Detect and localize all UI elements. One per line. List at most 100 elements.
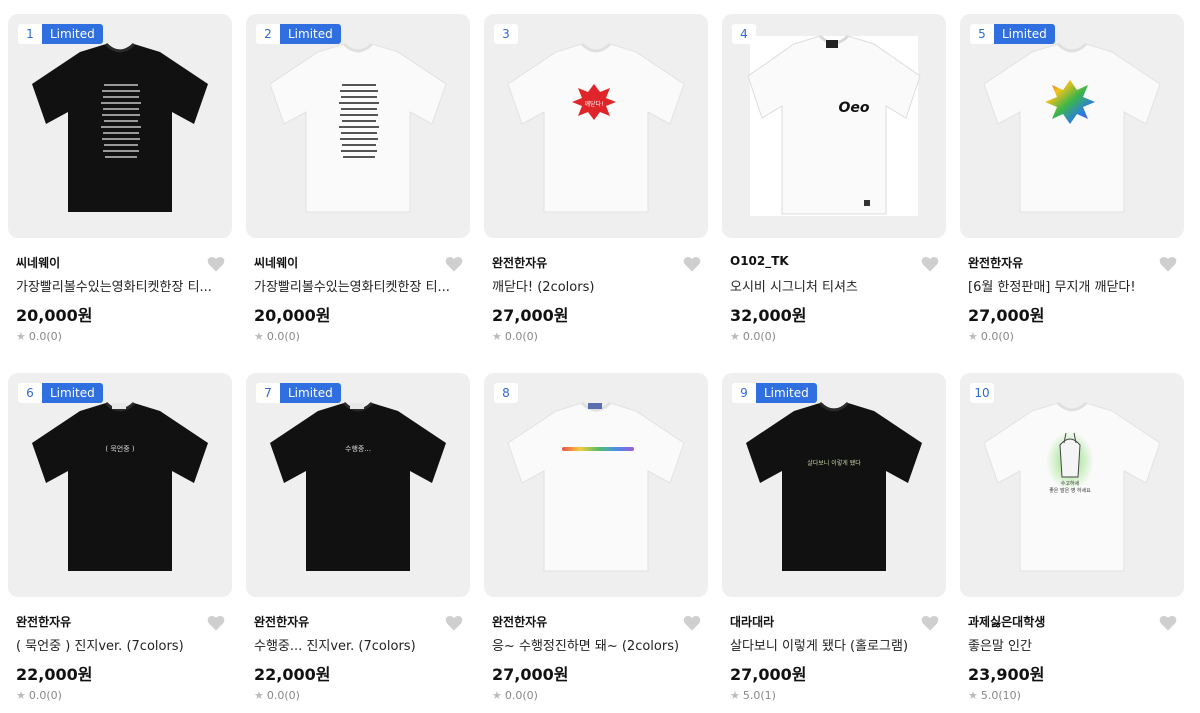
seller-name[interactable]: 완전한자유 <box>492 254 547 271</box>
white-tshirt-image: 깨닫다! <box>507 42 685 213</box>
star-icon: ★ <box>254 330 264 343</box>
seller-name[interactable]: 완전한자유 <box>16 613 71 630</box>
product-rating: ★ 0.0(0) <box>968 330 1014 343</box>
heart-icon[interactable] <box>206 254 226 274</box>
star-icon: ★ <box>16 689 26 702</box>
rank-tag: 9 Limited <box>732 383 817 403</box>
white-tshirt-image: Oeo <box>747 34 921 215</box>
rating-value: 0.0(0) <box>504 689 538 702</box>
product-title[interactable]: 깨닫다! (2colors) <box>492 276 692 295</box>
product-rating: ★ 5.0(1) <box>730 689 776 702</box>
product-price: 27,000원 <box>730 665 807 684</box>
product-rating: ★ 0.0(0) <box>254 689 300 702</box>
product-card[interactable]: 7 Limited 수행중... 완전한자유 수행중... 진지ver. (7c… <box>246 373 470 713</box>
print-text: 수행중... <box>345 444 371 453</box>
product-rating: ★ 0.0(0) <box>730 330 776 343</box>
rank-tag: 7 Limited <box>256 383 341 403</box>
product-card[interactable]: 10 수고하세 좋은 말은 영 하세요 과제싫은대학생 좋은말 인간 23,90… <box>960 373 1184 713</box>
product-title[interactable]: 가장빨리볼수있는영화티켓한장 티... <box>16 276 216 295</box>
rating-value: 5.0(1) <box>742 689 776 702</box>
star-icon: ★ <box>730 330 740 343</box>
product-rating: ★ 0.0(0) <box>16 689 62 702</box>
product-card[interactable]: 3 깨닫다! 완전한자유 깨닫다! (2colors) 27,000원 ★ 0.0… <box>484 14 708 354</box>
white-tshirt-image <box>507 401 685 572</box>
seller-name[interactable]: 씨네웨이 <box>16 254 60 271</box>
heart-icon[interactable] <box>1158 254 1178 274</box>
product-title[interactable]: [6월 한정판매] 무지개 깨닫다! <box>968 276 1168 295</box>
black-tshirt-image: ( 묵언중 ) <box>32 401 208 571</box>
product-grid: 1 Limited 씨네웨이 가장빨리볼수있는영화티켓한장 티... 20,00… <box>0 0 1200 711</box>
seller-name[interactable]: 완전한자유 <box>968 254 1023 271</box>
heart-icon[interactable] <box>444 613 464 633</box>
product-rating: ★ 0.0(0) <box>254 330 300 343</box>
rating-value: 5.0(10) <box>980 689 1021 702</box>
black-tshirt-image: 살다보니 이렇게 됐다 <box>746 401 922 571</box>
print-text: 살다보니 이렇게 됐다 <box>807 459 861 467</box>
white-tshirt-image <box>269 42 447 213</box>
product-thumbnail[interactable]: 10 수고하세 좋은 말은 영 하세요 <box>960 373 1184 597</box>
product-thumbnail[interactable]: 4 Oeo <box>722 14 946 238</box>
star-icon: ★ <box>492 330 502 343</box>
seller-name[interactable]: 완전한자유 <box>254 613 309 630</box>
product-card[interactable]: 1 Limited 씨네웨이 가장빨리볼수있는영화티켓한장 티... 20,00… <box>8 14 232 354</box>
rating-value: 0.0(0) <box>266 689 300 702</box>
product-thumbnail[interactable]: 6 Limited ( 묵언중 ) <box>8 373 232 597</box>
product-title[interactable]: 좋은말 인간 <box>968 635 1168 654</box>
product-price: 22,000원 <box>16 665 93 684</box>
heart-icon[interactable] <box>206 613 226 633</box>
heart-icon[interactable] <box>682 613 702 633</box>
heart-icon[interactable] <box>444 254 464 274</box>
rating-value: 0.0(0) <box>742 330 776 343</box>
heart-icon[interactable] <box>1158 613 1178 633</box>
white-tshirt-image: 수고하세 좋은 말은 영 하세요 <box>983 401 1161 572</box>
rating-value: 0.0(0) <box>28 689 62 702</box>
seller-name[interactable]: 과제싫은대학생 <box>968 613 1045 630</box>
print-text: 수고하세 <box>1061 480 1080 487</box>
star-icon: ★ <box>16 330 26 343</box>
product-title[interactable]: 응~ 수행정진하면 돼~ (2colors) <box>492 635 692 654</box>
product-thumbnail[interactable]: 2 Limited <box>246 14 470 238</box>
product-thumbnail[interactable]: 7 Limited 수행중... <box>246 373 470 597</box>
star-icon: ★ <box>254 689 264 702</box>
product-card[interactable]: 9 Limited 살다보니 이렇게 됐다 대라대라 살다보니 이렇게 됐다 (… <box>722 373 946 713</box>
product-rating: ★ 0.0(0) <box>16 330 62 343</box>
rating-value: 0.0(0) <box>980 330 1014 343</box>
product-title[interactable]: 수행중... 진지ver. (7colors) <box>254 635 454 654</box>
rank-tag: 8 <box>494 383 518 403</box>
product-card[interactable]: 6 Limited ( 묵언중 ) 완전한자유 ( 묵언중 ) 진지ver. (… <box>8 373 232 713</box>
product-price: 22,000원 <box>254 665 331 684</box>
rating-value: 0.0(0) <box>266 330 300 343</box>
product-thumbnail[interactable]: 5 Limited <box>960 14 1184 238</box>
product-title[interactable]: 살다보니 이렇게 됐다 (홀로그램) <box>730 635 930 654</box>
seller-name[interactable]: 대라대라 <box>730 613 774 630</box>
product-thumbnail[interactable]: 1 Limited <box>8 14 232 238</box>
product-title[interactable]: ( 묵언중 ) 진지ver. (7colors) <box>16 635 216 654</box>
limited-badge: Limited <box>42 383 103 403</box>
heart-icon[interactable] <box>682 254 702 274</box>
rank-tag: 1 Limited <box>18 24 103 44</box>
product-thumbnail[interactable]: 9 Limited 살다보니 이렇게 됐다 <box>722 373 946 597</box>
product-thumbnail[interactable]: 3 깨닫다! <box>484 14 708 238</box>
seller-name[interactable]: O102_TK <box>730 254 789 268</box>
product-card[interactable]: 8 완전한자유 응~ 수행정진하면 돼~ (2colors) 27,000원 ★… <box>484 373 708 713</box>
limited-badge: Limited <box>994 24 1055 44</box>
product-price: 23,900원 <box>968 665 1045 684</box>
product-price: 20,000원 <box>254 306 331 325</box>
heart-icon[interactable] <box>920 613 940 633</box>
rank-tag: 3 <box>494 24 518 44</box>
product-card[interactable]: 4 Oeo O102_TK 오시비 시그니처 티셔츠 32,000원 ★ 0.0(… <box>722 14 946 354</box>
seller-name[interactable]: 완전한자유 <box>492 613 547 630</box>
print-text: Oeo <box>838 100 869 116</box>
product-price: 20,000원 <box>16 306 93 325</box>
product-title[interactable]: 오시비 시그니처 티셔츠 <box>730 276 930 295</box>
product-card[interactable]: 2 Limited 씨네웨이 가장빨리볼수있는영화티켓한장 티... 20,00… <box>246 14 470 354</box>
product-title[interactable]: 가장빨리볼수있는영화티켓한장 티... <box>254 276 454 295</box>
product-card[interactable]: 5 Limited 완전한자유 [6월 한정판매] 무지개 깨닫다! 27,00… <box>960 14 1184 354</box>
seller-name[interactable]: 씨네웨이 <box>254 254 298 271</box>
star-icon: ★ <box>968 330 978 343</box>
product-thumbnail[interactable]: 8 <box>484 373 708 597</box>
product-rating: ★ 0.0(0) <box>492 689 538 702</box>
rank-number: 10 <box>970 383 994 403</box>
star-icon: ★ <box>730 689 740 702</box>
heart-icon[interactable] <box>920 254 940 274</box>
